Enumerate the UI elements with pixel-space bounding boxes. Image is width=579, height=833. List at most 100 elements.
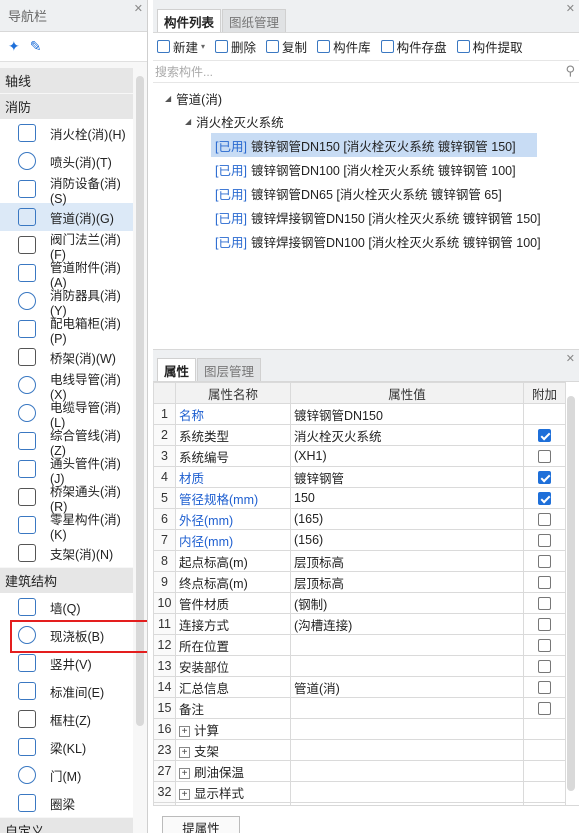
table-row[interactable]: 16 + 计算 bbox=[153, 718, 566, 740]
component-library-button[interactable]: 构件库 bbox=[317, 37, 371, 56]
nav-item[interactable]: 门(M) bbox=[0, 761, 133, 789]
table-row[interactable]: 12 所在位置 bbox=[153, 634, 566, 656]
property-value[interactable] bbox=[290, 697, 524, 719]
expand-plus-icon[interactable]: + bbox=[179, 746, 190, 758]
checkbox-checked[interactable] bbox=[538, 492, 551, 506]
expand-plus-icon[interactable]: + bbox=[179, 725, 190, 737]
nav-item[interactable]: 零星构件(消)(K) bbox=[0, 511, 133, 542]
add-sparkle-icon[interactable]: ✦ bbox=[8, 38, 20, 55]
property-value[interactable]: 150 bbox=[290, 487, 524, 509]
tab-component-list[interactable]: 构件列表 bbox=[157, 9, 222, 32]
nav-item[interactable]: 管道(消)(G) bbox=[0, 203, 133, 231]
table-row[interactable]: 3 系统编号 (XH1) bbox=[153, 445, 566, 467]
nav-item[interactable]: 竖井(V) bbox=[0, 649, 133, 677]
nav-item[interactable]: 框柱(Z) bbox=[0, 705, 133, 733]
edit-icon[interactable]: ✎ bbox=[30, 38, 42, 55]
nav-item[interactable]: 喷头(消)(T) bbox=[0, 147, 133, 175]
table-row[interactable]: 5 管径规格(mm) 150 bbox=[153, 487, 566, 509]
table-row[interactable]: 6 外径(mm) (165) bbox=[153, 508, 566, 530]
property-value[interactable]: (钢制) bbox=[290, 592, 524, 614]
extract-properties-button[interactable]: 提属性 bbox=[162, 816, 240, 833]
table-row[interactable]: 11 连接方式 (沟槽连接) bbox=[153, 613, 566, 635]
property-value[interactable] bbox=[290, 634, 524, 656]
extract-component-button[interactable]: 构件提取 bbox=[456, 37, 523, 56]
expand-arrow-icon[interactable]: ◢ bbox=[185, 117, 191, 126]
nav-item[interactable]: 电线导管(消)(X) bbox=[0, 371, 133, 402]
checkbox[interactable] bbox=[538, 597, 551, 611]
nav-item[interactable]: 管道附件(消)(A) bbox=[0, 259, 133, 290]
checkbox[interactable] bbox=[538, 618, 551, 632]
new-button[interactable]: 新建 ▾ bbox=[157, 37, 205, 56]
property-value[interactable]: (165) bbox=[290, 508, 524, 530]
property-value[interactable]: 管道(消) bbox=[290, 676, 524, 698]
tree-root[interactable]: ◢ 管道(消) bbox=[153, 87, 579, 110]
nav-item[interactable]: 消火栓(消)(H) bbox=[0, 119, 133, 147]
table-row[interactable]: 10 管件材质 (钢制) bbox=[153, 592, 566, 614]
table-row[interactable]: 2 系统类型 消火栓灭火系统 bbox=[153, 424, 566, 446]
property-value[interactable] bbox=[290, 739, 524, 761]
table-row[interactable]: 23 + 支架 bbox=[153, 739, 566, 761]
checkbox[interactable] bbox=[538, 576, 551, 590]
table-row[interactable]: 13 安装部位 bbox=[153, 655, 566, 677]
nav-category-0[interactable]: 轴线 bbox=[0, 68, 133, 93]
property-value[interactable] bbox=[290, 718, 524, 740]
nav-item[interactable]: 综合管线(消)(Z) bbox=[0, 427, 133, 458]
property-value[interactable]: 层顶标高 bbox=[290, 550, 524, 572]
expand-arrow-icon[interactable]: ◢ bbox=[165, 94, 171, 103]
tree-leaf[interactable]: [已用] 镀锌焊接钢管DN100 [消火栓灭火系统 镀锌钢管 100] bbox=[211, 229, 545, 253]
table-row[interactable]: 8 起点标高(m) 层顶标高 bbox=[153, 550, 566, 572]
checkbox-checked[interactable] bbox=[538, 471, 551, 485]
property-value[interactable]: 镀锌钢管 bbox=[290, 466, 524, 488]
checkbox[interactable] bbox=[538, 513, 551, 527]
nav-item[interactable]: 消防设备(消)(S) bbox=[0, 175, 133, 206]
save-component-button[interactable]: 构件存盘 bbox=[380, 37, 447, 56]
close-icon[interactable]: ✕ bbox=[566, 352, 575, 365]
copy-button[interactable]: 复制 bbox=[266, 37, 307, 56]
tree-leaf[interactable]: [已用] 镀锌钢管DN65 [消火栓灭火系统 镀锌钢管 65] bbox=[211, 181, 506, 205]
table-row[interactable]: 1 名称 镀锌钢管DN150 bbox=[153, 403, 566, 425]
nav-item[interactable]: 桥架(消)(W) bbox=[0, 343, 133, 371]
nav-item[interactable]: 标准间(E) bbox=[0, 677, 133, 705]
nav-category-1[interactable]: 消防 bbox=[0, 94, 133, 119]
search-icon[interactable]: ⚲ bbox=[565, 63, 575, 79]
close-icon[interactable]: ✕ bbox=[566, 2, 575, 15]
tree-leaf[interactable]: [已用] 镀锌钢管DN100 [消火栓灭火系统 镀锌钢管 100] bbox=[211, 157, 520, 181]
table-row[interactable]: 27 + 刷油保温 bbox=[153, 760, 566, 782]
table-row[interactable]: 14 汇总信息 管道(消) bbox=[153, 676, 566, 698]
delete-button[interactable]: 删除 bbox=[215, 37, 256, 56]
property-value[interactable] bbox=[290, 655, 524, 677]
checkbox[interactable] bbox=[538, 702, 551, 716]
property-value[interactable]: (沟槽连接) bbox=[290, 613, 524, 635]
table-row[interactable]: 4 材质 镀锌钢管 bbox=[153, 466, 566, 488]
checkbox-checked[interactable] bbox=[538, 429, 551, 443]
nav-item[interactable]: 支架(消)(N) bbox=[0, 539, 133, 567]
close-icon[interactable]: ✕ bbox=[134, 2, 143, 15]
tab-drawing-management[interactable]: 图纸管理 bbox=[222, 9, 287, 32]
search-input[interactable]: 搜索构件... ⚲ bbox=[153, 61, 579, 83]
checkbox[interactable] bbox=[538, 555, 551, 569]
checkbox[interactable] bbox=[538, 534, 551, 548]
nav-category-3[interactable]: 自定义 bbox=[0, 818, 133, 833]
tree-group[interactable]: ◢ 消火栓灭火系统 bbox=[153, 110, 579, 133]
property-value[interactable] bbox=[290, 760, 524, 782]
nav-item[interactable]: 阀门法兰(消)(F) bbox=[0, 231, 133, 262]
checkbox[interactable] bbox=[538, 660, 551, 674]
tree-leaf[interactable]: [已用] 镀锌钢管DN150 [消火栓灭火系统 镀锌钢管 150] bbox=[211, 133, 537, 157]
nav-item[interactable]: 通头管件(消)(J) bbox=[0, 455, 133, 486]
expand-plus-icon[interactable]: + bbox=[179, 788, 190, 800]
property-value[interactable]: 消火栓灭火系统 bbox=[290, 424, 524, 446]
nav-item[interactable]: 梁(KL) bbox=[0, 733, 133, 761]
nav-item[interactable]: 圈梁 bbox=[0, 789, 133, 817]
table-row[interactable]: 32 + 显示样式 bbox=[153, 781, 566, 803]
checkbox[interactable] bbox=[538, 639, 551, 653]
checkbox[interactable] bbox=[538, 450, 551, 464]
prop-scrollbar[interactable] bbox=[567, 396, 575, 791]
property-value[interactable]: 层顶标高 bbox=[290, 571, 524, 593]
property-value[interactable] bbox=[290, 781, 524, 803]
tab-properties[interactable]: 属性 bbox=[157, 358, 197, 381]
table-row[interactable]: 9 终点标高(m) 层顶标高 bbox=[153, 571, 566, 593]
property-value[interactable]: (156) bbox=[290, 529, 524, 551]
nav-item[interactable]: 消防器具(消)(Y) bbox=[0, 287, 133, 318]
property-value[interactable]: 镀锌钢管DN150 bbox=[290, 403, 524, 425]
expand-plus-icon[interactable]: + bbox=[179, 767, 190, 779]
